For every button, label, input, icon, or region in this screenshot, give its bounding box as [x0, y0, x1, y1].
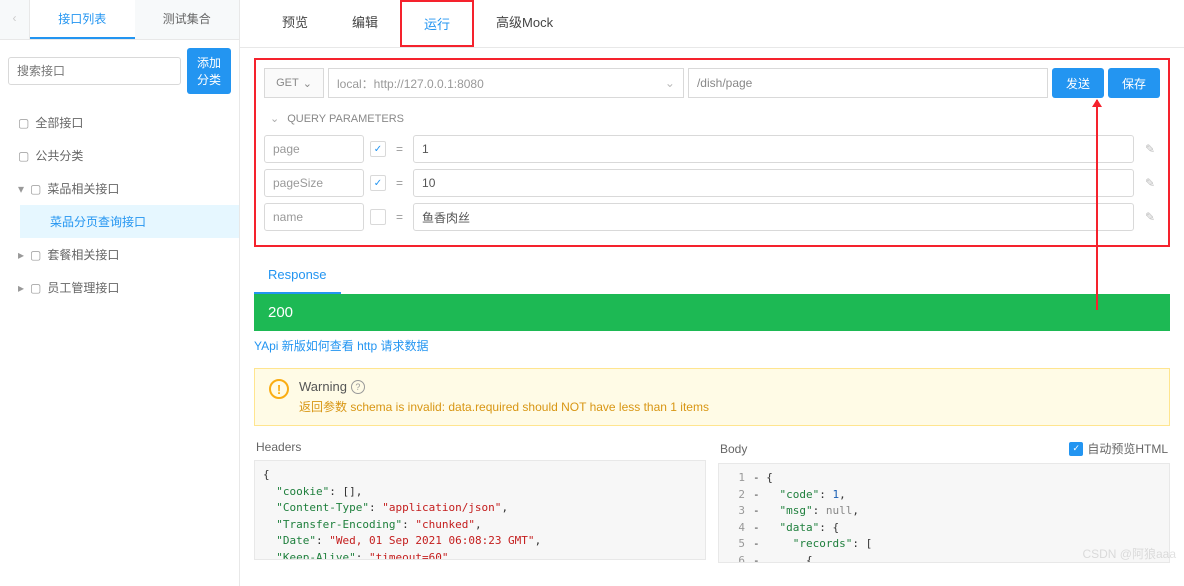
param-name-input[interactable]	[264, 169, 364, 197]
status-code: 200	[254, 294, 1170, 331]
help-link[interactable]: YApi 新版如何查看 http 请求数据	[254, 331, 1170, 360]
param-name-input[interactable]	[264, 135, 364, 163]
param-row: ✓ = ✎	[264, 169, 1160, 197]
param-row: ✓ = ✎	[264, 135, 1160, 163]
edit-icon[interactable]: ✎	[1140, 176, 1160, 190]
request-block: GET⌄ local：http://127.0.0.1:8080⌄ 发送 保存 …	[254, 58, 1170, 247]
response-section: Response 200 YApi 新版如何查看 http 请求数据 ! War…	[254, 257, 1170, 563]
tab-mock[interactable]: 高级Mock	[474, 0, 575, 47]
equals-label: =	[392, 210, 407, 224]
headers-title: Headers	[256, 440, 301, 454]
env-select[interactable]: local：http://127.0.0.1:8080 ⌄	[328, 68, 684, 98]
annotation-arrow	[1096, 100, 1098, 310]
tree-item-setmeal[interactable]: ▢ 套餐相关接口	[0, 238, 239, 271]
folder-icon: ▢	[18, 116, 29, 130]
warning-box: ! Warning? 返回参数 schema is invalid: data.…	[254, 368, 1170, 426]
tree-item-public[interactable]: ▢ 公共分类	[0, 139, 239, 172]
tab-run[interactable]: 运行	[400, 0, 474, 47]
checkbox-icon: ✓	[1069, 442, 1083, 456]
body-title: Body	[720, 442, 747, 456]
headers-panel: Headers { "cookie": [], "Content-Type": …	[254, 434, 706, 563]
equals-label: =	[392, 142, 407, 156]
sidebar-tab-api-list[interactable]: 接口列表	[30, 0, 135, 39]
chevron-down-icon: ⌄	[665, 76, 675, 90]
path-input[interactable]	[688, 68, 1048, 98]
warning-icon: !	[269, 379, 289, 399]
param-checkbox[interactable]: ✓	[370, 175, 386, 191]
param-checkbox[interactable]	[370, 209, 386, 225]
folder-icon: ▢	[30, 248, 41, 262]
folder-icon: ▢	[18, 149, 29, 163]
tree-item-dish[interactable]: ▢ 菜品相关接口	[0, 172, 239, 205]
sidebar: ‹ 接口列表 测试集合 添加分类 ▢ 全部接口 ▢ 公共分类 ▢ 菜品相关接口 菜品分…	[0, 0, 240, 586]
tree-label: 员工管理接口	[47, 279, 119, 296]
auto-preview-toggle[interactable]: ✓ 自动预览HTML	[1069, 440, 1168, 457]
tree-leaf-dish-page[interactable]: 菜品分页查询接口	[20, 205, 239, 238]
headers-code[interactable]: { "cookie": [], "Content-Type": "applica…	[254, 460, 706, 560]
tree-label: 全部接口	[35, 114, 83, 131]
param-value-input[interactable]	[413, 135, 1134, 163]
auto-html-label: 自动预览HTML	[1087, 440, 1168, 457]
warning-message: 返回参数 schema is invalid: data.required sh…	[299, 398, 709, 415]
main: 预览 编辑 运行 高级Mock GET ⌄ local：http://127.0.…	[240, 0, 1184, 586]
folder-icon: ▢	[30, 281, 41, 295]
tree-label: 菜品相关接口	[47, 180, 119, 197]
env-label: local：http://127.0.0.1:8080	[337, 75, 484, 92]
chevron-down-icon: ⌄	[303, 77, 312, 90]
param-name-input[interactable]	[264, 203, 364, 231]
save-button[interactable]: 保存	[1108, 68, 1160, 98]
add-category-button[interactable]: 添加分类	[187, 48, 231, 94]
folder-icon: ▢	[30, 182, 41, 196]
method-label: GET	[276, 77, 299, 89]
warning-title: Warning	[299, 379, 347, 394]
tab-preview[interactable]: 预览	[260, 0, 330, 47]
param-value-input[interactable]	[413, 203, 1134, 231]
tree-item-employee[interactable]: ▢ 员工管理接口	[0, 271, 239, 304]
sidebar-back[interactable]: ‹	[0, 0, 30, 39]
query-params-header[interactable]: QUERY PARAMETERS	[264, 98, 1160, 135]
edit-icon[interactable]: ✎	[1140, 142, 1160, 156]
sidebar-tab-test-sets[interactable]: 测试集合	[135, 0, 240, 39]
body-panel: Body ✓自动预览HTML 1- { 2- "code": 1, 3- "ms…	[718, 434, 1170, 563]
tree-item-all[interactable]: ▢ 全部接口	[0, 106, 239, 139]
tree-label: 公共分类	[35, 147, 83, 164]
param-checkbox[interactable]: ✓	[370, 141, 386, 157]
response-tab[interactable]: Response	[254, 257, 341, 294]
search-input[interactable]	[8, 57, 181, 85]
tree-label: 套餐相关接口	[47, 246, 119, 263]
question-icon[interactable]: ?	[351, 380, 365, 394]
method-select[interactable]: GET ⌄	[264, 68, 324, 98]
equals-label: =	[392, 176, 407, 190]
watermark: CSDN @阿狼aaa	[1082, 545, 1176, 562]
main-tabs: 预览 编辑 运行 高级Mock	[240, 0, 1184, 48]
param-row: =✎	[264, 203, 1160, 231]
tab-edit[interactable]: 编辑	[330, 0, 400, 47]
edit-icon[interactable]: ✎	[1140, 210, 1160, 224]
api-tree: ▢ 全部接口 ▢ 公共分类 ▢ 菜品相关接口 菜品分页查询接口 ▢ 套餐相关接口 ▢ 员工…	[0, 102, 239, 586]
param-value-input[interactable]	[413, 169, 1134, 197]
